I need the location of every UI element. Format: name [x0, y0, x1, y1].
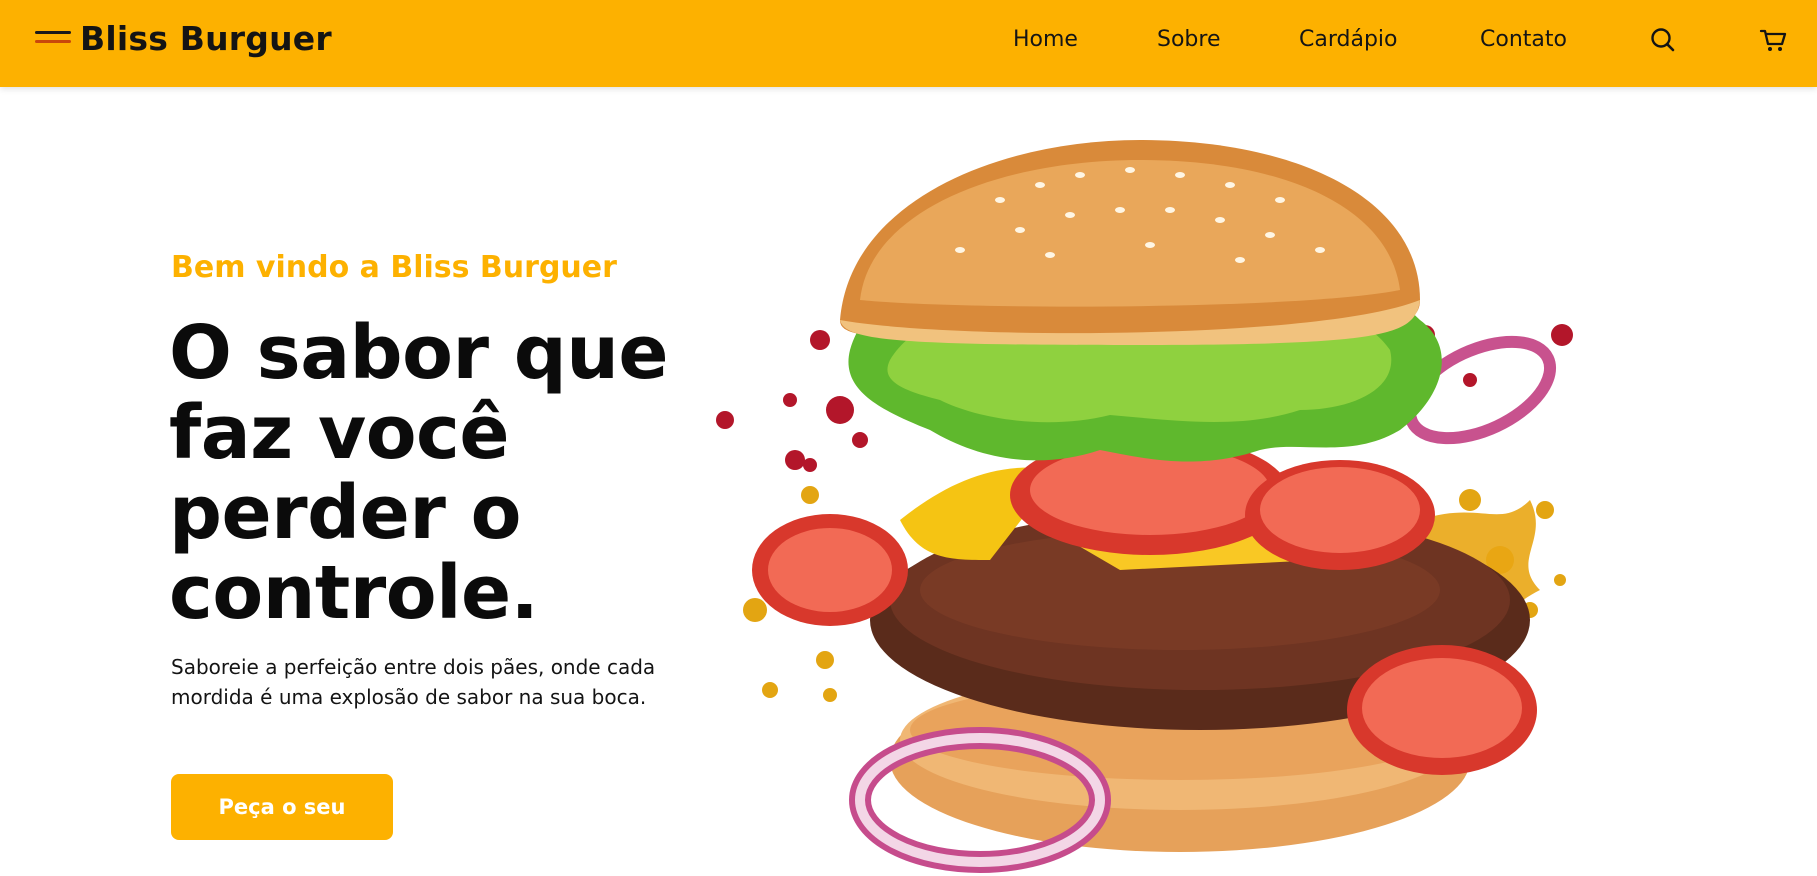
search-icon[interactable]: [1647, 24, 1679, 56]
headline-line: faz você: [169, 390, 510, 476]
top-header: Bliss Burguer Home Sobre Cardápio Contat…: [0, 0, 1817, 87]
nav-cardapio[interactable]: Cardápio: [1299, 27, 1397, 52]
headline-line: perder o: [169, 470, 521, 556]
menu-bar: [35, 40, 71, 43]
nav-sobre[interactable]: Sobre: [1157, 27, 1221, 52]
burger-illustration: [700, 140, 1660, 876]
hero-headline: O sabor que faz você perder o controle.: [169, 313, 729, 633]
order-button[interactable]: Peça o seu: [171, 774, 393, 840]
headline-line: controle.: [169, 550, 539, 636]
brand-logo[interactable]: Bliss Burguer: [80, 19, 332, 58]
welcome-text: Bem vindo a Bliss Burguer: [171, 250, 617, 285]
nav-home[interactable]: Home: [1013, 27, 1078, 52]
menu-icon[interactable]: [35, 28, 71, 52]
nav-contato[interactable]: Contato: [1480, 27, 1567, 52]
headline-line: O sabor que: [169, 310, 669, 396]
menu-bar: [35, 31, 71, 34]
cart-icon[interactable]: [1758, 24, 1790, 56]
hero-subtext: Saboreie a perfeição entre dois pães, on…: [171, 655, 656, 709]
